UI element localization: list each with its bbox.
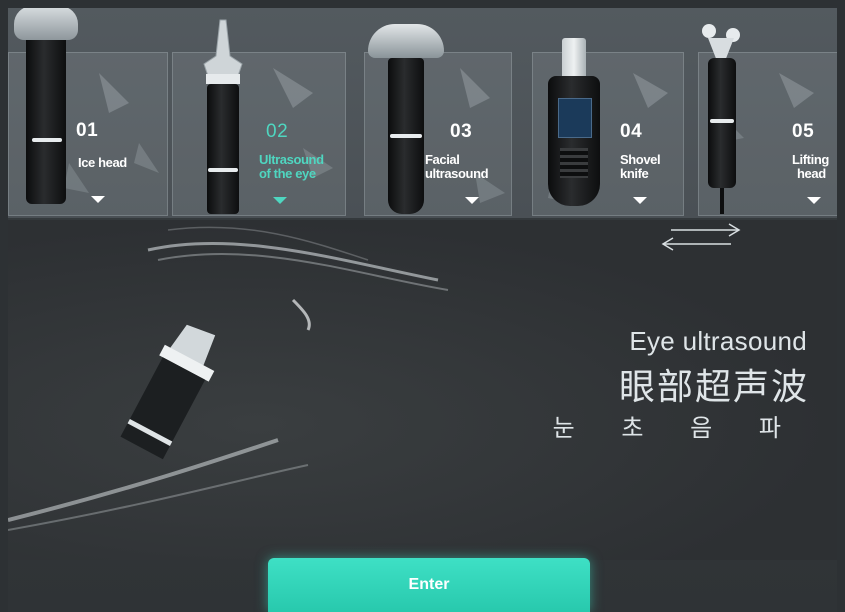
shovel-knife-tool-image: [548, 38, 612, 214]
tool-label: head: [797, 166, 826, 181]
triangle-down-icon: [465, 197, 479, 204]
triangle-down-icon: [633, 197, 647, 204]
selected-tool-title-ko: 눈 초 음 파: [552, 415, 801, 442]
tool-selector-strip: 01 Ice head 02 Ultrasound of the eye 03 …: [8, 8, 837, 218]
facial-ultrasound-tool-image: [368, 24, 444, 214]
triangle-down-icon: [807, 197, 821, 204]
tool-label: knife: [620, 166, 649, 181]
lifting-head-tool-image: [700, 24, 746, 214]
triangle-down-icon: [273, 197, 287, 204]
swap-arrows-icon[interactable]: [653, 222, 749, 252]
tool-label: Lifting: [792, 152, 829, 167]
tool-number: 03: [450, 121, 473, 142]
eye-ultrasound-tool-image: [198, 18, 248, 214]
tool-number: 05: [792, 121, 815, 142]
selected-tool-title-en: Eye ultrasound: [629, 326, 807, 356]
tool-number: 01: [76, 120, 99, 141]
tool-label: Ice head: [78, 155, 127, 170]
device-screen: 01 Ice head 02 Ultrasound of the eye 03 …: [8, 8, 837, 612]
tool-label: Shovel: [620, 152, 661, 167]
tool-number: 02: [266, 121, 289, 142]
tool-label: of the eye: [259, 166, 316, 181]
triangle-down-icon: [91, 196, 105, 203]
selected-tool-title-zh: 眼部超声波: [618, 366, 809, 407]
tool-label: Ultrasound: [259, 152, 324, 167]
tool-number: 04: [620, 121, 643, 142]
ice-head-tool-image: [14, 8, 78, 204]
enter-button[interactable]: Enter: [268, 558, 590, 612]
